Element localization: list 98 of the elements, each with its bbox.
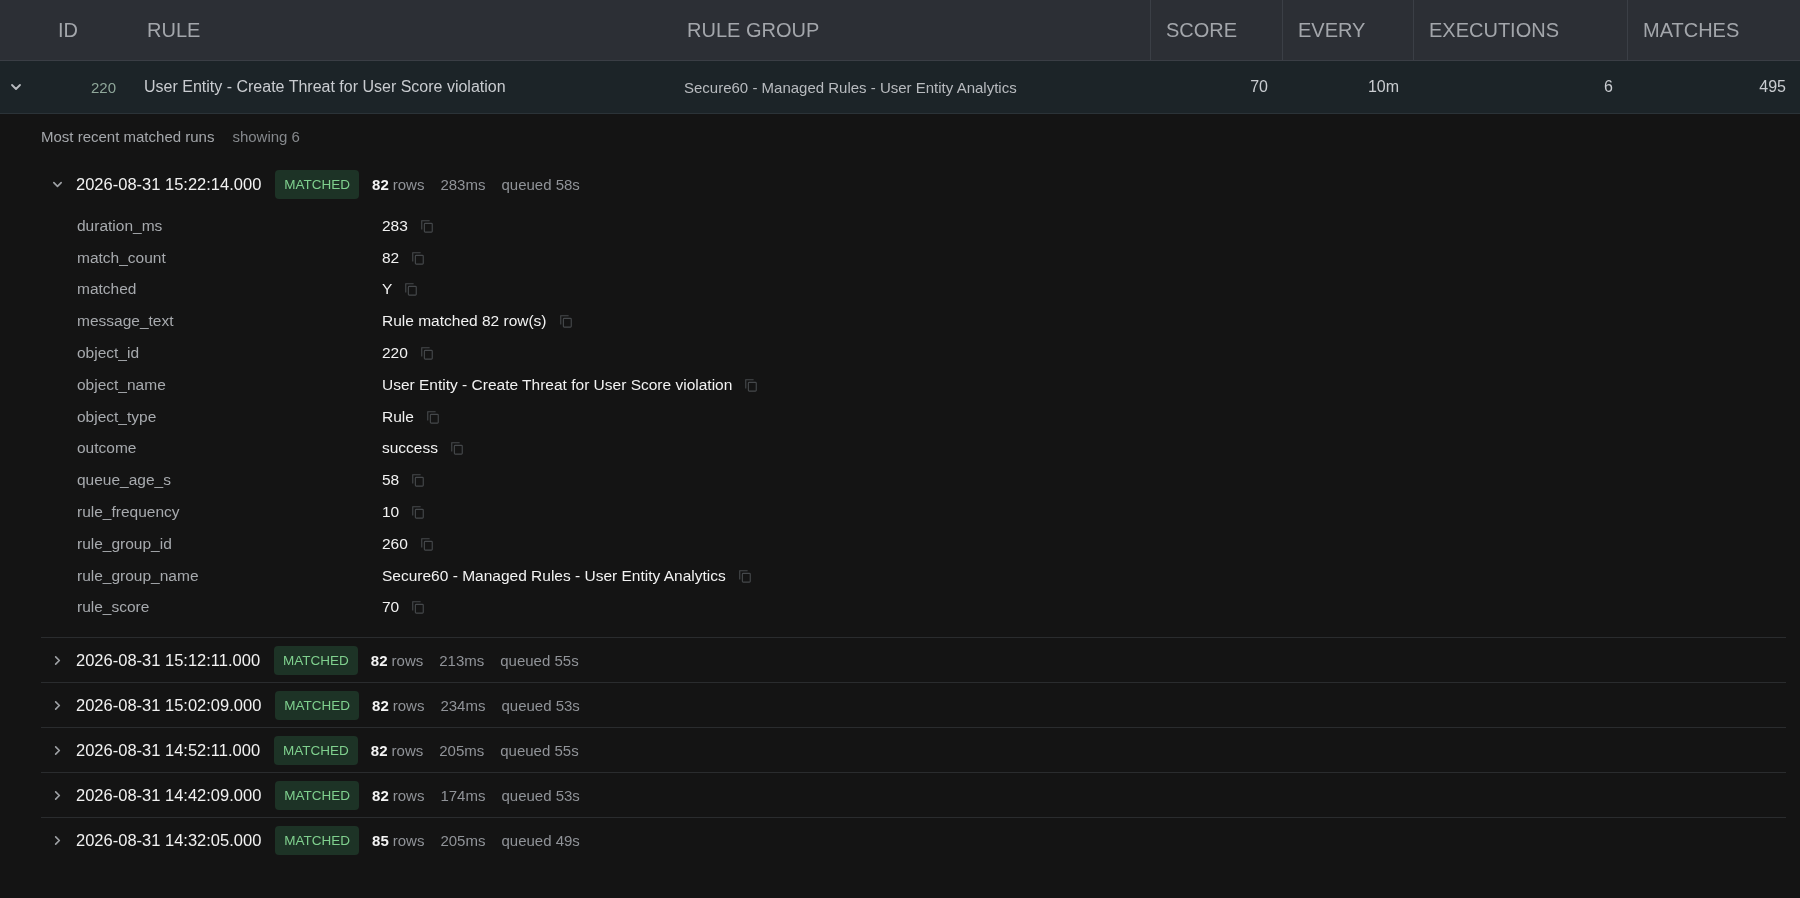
row-count: 82	[372, 786, 389, 804]
field-value: 82	[382, 248, 400, 267]
panel-title: Most recent matched runs	[41, 128, 215, 145]
field-key: outcome	[77, 439, 382, 458]
queue-time: queued 53s	[501, 786, 580, 804]
rows-label: rows	[392, 786, 425, 804]
run-timestamp: 2026-08-31 14:42:09.000	[76, 785, 262, 805]
run-timestamp: 2026-08-31 15:22:14.000	[76, 174, 262, 194]
field-value: 70	[382, 598, 400, 617]
row-count: 82	[372, 175, 389, 193]
field-value: 260	[382, 534, 408, 553]
field-value: Rule	[382, 407, 414, 426]
queue-time: queued 53s	[501, 696, 580, 714]
column-header[interactable]: ID	[40, 0, 130, 60]
row-count: 82	[370, 741, 388, 759]
field-key: rule_group_id	[77, 534, 382, 553]
copy-icon[interactable]	[419, 218, 434, 233]
field-key: message_text	[77, 312, 382, 331]
column-header[interactable]: RULE	[130, 0, 670, 60]
table-cell: 6	[1604, 78, 1613, 96]
table-cell: 10m	[1367, 78, 1399, 96]
field-value: 283	[382, 216, 408, 235]
copy-icon[interactable]	[404, 282, 419, 297]
copy-icon[interactable]	[411, 600, 426, 615]
run-timestamp: 2026-08-31 15:02:09.000	[76, 695, 262, 715]
run-duration: 174ms	[440, 786, 486, 804]
row-count: 82	[372, 696, 389, 714]
field-key: object_name	[77, 375, 382, 394]
rows-label: rows	[392, 831, 425, 849]
table-cell: 70	[1250, 78, 1268, 96]
table-cell: Secure60 - Managed Rules - User Entity Analytics	[684, 78, 1017, 96]
status-badge: MATCHED	[274, 735, 358, 765]
field-value: Secure60 - Managed Rules - User Entity Analytics	[382, 566, 726, 585]
rows-label: rows	[391, 651, 424, 669]
field-key: object_id	[77, 344, 382, 363]
rows-label: rows	[392, 696, 425, 714]
column-header[interactable]: EXECUTIONS	[1413, 0, 1627, 60]
queue-time: queued 58s	[501, 175, 580, 193]
copy-icon[interactable]	[737, 568, 752, 583]
field-value: 220	[382, 344, 408, 363]
run-duration: 234ms	[440, 696, 486, 714]
copy-icon[interactable]	[450, 441, 464, 456]
field-value: Y	[382, 280, 393, 299]
chevron-right-icon[interactable]	[52, 789, 63, 801]
field-key: queue_age_s	[77, 471, 382, 490]
run-duration: 205ms	[440, 831, 486, 849]
copy-icon[interactable]	[558, 314, 573, 329]
rows-label: rows	[392, 175, 425, 193]
chevron-down-icon[interactable]	[10, 81, 22, 93]
field-value: 10	[382, 503, 400, 522]
run-duration: 213ms	[439, 651, 485, 669]
field-key: rule_frequency	[77, 503, 382, 522]
run-duration: 283ms	[440, 175, 486, 193]
table-cell: 220	[90, 78, 116, 96]
column-header[interactable]: MATCHES	[1627, 0, 1800, 60]
copy-icon[interactable]	[411, 505, 426, 520]
status-badge: MATCHED	[274, 645, 358, 675]
field-value: Rule matched 82 row(s)	[382, 312, 547, 331]
table-cell: 495	[1759, 78, 1786, 96]
row-count: 82	[370, 651, 388, 669]
copy-icon[interactable]	[411, 250, 426, 265]
run-duration: 205ms	[439, 741, 485, 759]
run-timestamp: 2026-08-31 14:52:11.000	[76, 740, 261, 760]
status-badge: MATCHED	[275, 690, 360, 720]
row-count: 85	[372, 831, 389, 849]
queue-time: queued 49s	[501, 831, 580, 849]
field-key: rule_group_name	[77, 566, 382, 585]
queue-time: queued 55s	[500, 741, 579, 759]
field-value: success	[382, 439, 438, 458]
field-key: duration_ms	[77, 216, 382, 235]
chevron-right-icon[interactable]	[52, 699, 63, 711]
field-value: 58	[382, 471, 400, 490]
column-header[interactable]: SCORE	[1150, 0, 1282, 60]
table-row[interactable]: 220 User Entity - Create Threat for User Score violation Secure60 - Managed Rules - User Entity Analytics 70 10m 6 495	[0, 61, 1800, 114]
copy-icon[interactable]	[419, 346, 434, 361]
chevron-right-icon[interactable]	[52, 834, 63, 846]
table-cell: User Entity - Create Threat for User Score violation	[144, 78, 506, 96]
status-badge: MATCHED	[275, 825, 360, 855]
field-key: matched	[77, 280, 382, 299]
field-key: match_count	[77, 248, 382, 267]
queue-time: queued 55s	[500, 651, 579, 669]
column-header[interactable]: RULE GROUP	[670, 0, 1150, 60]
copy-icon[interactable]	[419, 536, 434, 551]
run-count: showing 6	[232, 128, 300, 145]
chevron-right-icon[interactable]	[52, 654, 63, 666]
status-badge: MATCHED	[275, 780, 360, 810]
run-timestamp: 2026-08-31 15:12:11.000	[76, 650, 261, 670]
column-header[interactable]: EVERY	[1282, 0, 1413, 60]
field-key: rule_score	[77, 598, 382, 617]
chevron-right-icon[interactable]	[52, 744, 63, 756]
field-value: User Entity - Create Threat for User Score violation	[382, 375, 733, 394]
copy-icon[interactable]	[425, 409, 440, 424]
run-timestamp: 2026-08-31 14:32:05.000	[76, 830, 262, 850]
copy-icon[interactable]	[744, 377, 759, 392]
status-badge: MATCHED	[275, 169, 360, 199]
rows-label: rows	[391, 741, 424, 759]
copy-icon[interactable]	[411, 473, 426, 488]
field-key: object_type	[77, 407, 382, 426]
